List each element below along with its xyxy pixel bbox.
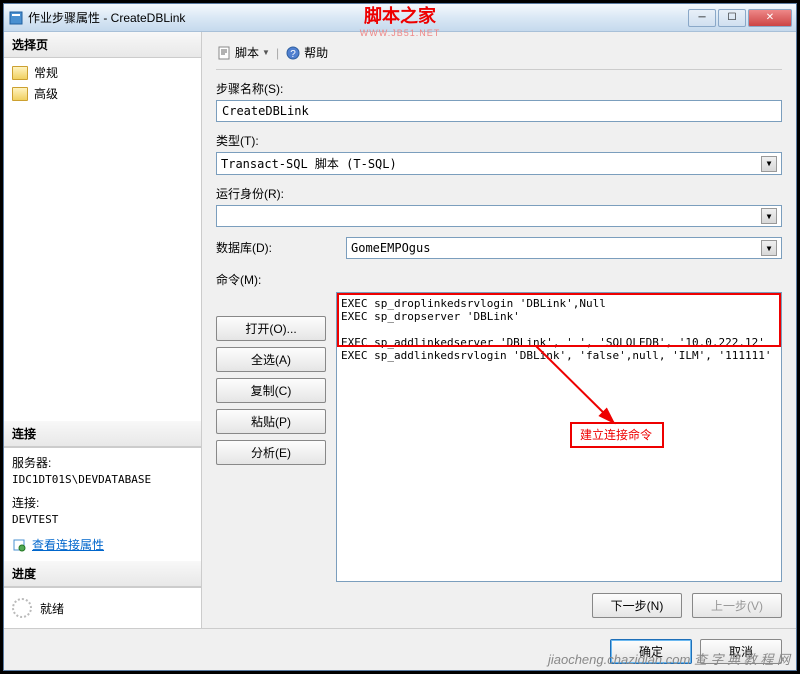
help-button[interactable]: ?帮助: [285, 44, 328, 61]
close-button[interactable]: ✕: [748, 9, 792, 27]
view-connection-props-link[interactable]: 查看连接属性: [32, 536, 104, 553]
connection-header: 连接: [4, 421, 201, 447]
connection-value: DEVTEST: [12, 513, 193, 526]
database-combo[interactable]: GomeEMPOgus▼: [346, 237, 782, 259]
step-name-label: 步骤名称(S):: [216, 80, 782, 97]
link-icon: [12, 537, 28, 553]
spinner-icon: [12, 598, 32, 618]
next-button[interactable]: 下一步(N): [592, 593, 682, 618]
titlebar[interactable]: 作业步骤属性 - CreateDBLink ─ ☐ ✕: [4, 4, 796, 32]
maximize-button[interactable]: ☐: [718, 9, 746, 27]
step-name-input[interactable]: [216, 100, 782, 122]
server-label: 服务器:: [12, 454, 193, 471]
paste-button[interactable]: 粘贴(P): [216, 409, 326, 434]
connection-label: 连接:: [12, 494, 193, 511]
chevron-down-icon: ▼: [262, 48, 270, 57]
right-panel: 脚本▼ | ?帮助 步骤名称(S): 类型(T): Transact-SQL 脚…: [202, 32, 796, 628]
runas-label: 运行身份(R):: [216, 185, 782, 202]
svg-text:?: ?: [290, 49, 296, 60]
chevron-down-icon: ▼: [761, 208, 777, 224]
runas-combo[interactable]: ▼: [216, 205, 782, 227]
parse-button[interactable]: 分析(E): [216, 440, 326, 465]
chevron-down-icon: ▼: [761, 240, 777, 256]
type-label: 类型(T):: [216, 132, 782, 149]
status-ready: 就绪: [40, 600, 64, 617]
page-general[interactable]: 常规: [8, 62, 197, 83]
database-label: 数据库(D):: [216, 237, 326, 256]
server-value: IDC1DT01S\DEVDATABASE: [12, 473, 193, 486]
footer-watermark: jiaocheng.chazidian.com 查 字 典 教 程 网: [548, 649, 790, 668]
command-label: 命令(M):: [216, 269, 326, 288]
annotation-callout-text: 建立连接命令: [580, 426, 652, 443]
copy-button[interactable]: 复制(C): [216, 378, 326, 403]
select-page-header: 选择页: [4, 32, 201, 58]
open-button[interactable]: 打开(O)...: [216, 316, 326, 341]
script-button[interactable]: 脚本▼: [216, 44, 270, 61]
script-icon: [216, 45, 232, 61]
app-icon: [8, 10, 24, 26]
toolbar: 脚本▼ | ?帮助: [216, 40, 782, 70]
dialog-window: 作业步骤属性 - CreateDBLink ─ ☐ ✕ 选择页 常规 高级 连接…: [3, 3, 797, 671]
chevron-down-icon: ▼: [761, 156, 777, 172]
prev-button: 上一步(V): [692, 593, 782, 618]
type-combo[interactable]: Transact-SQL 脚本 (T-SQL)▼: [216, 152, 782, 175]
page-icon: [12, 87, 28, 101]
command-textarea[interactable]: [336, 292, 782, 582]
left-panel: 选择页 常规 高级 连接 服务器: IDC1DT01S\DEVDATABASE …: [4, 32, 202, 628]
page-advanced[interactable]: 高级: [8, 83, 197, 104]
progress-header: 进度: [4, 561, 201, 587]
select-all-button[interactable]: 全选(A): [216, 347, 326, 372]
minimize-button[interactable]: ─: [688, 9, 716, 27]
page-icon: [12, 66, 28, 80]
help-icon: ?: [285, 45, 301, 61]
window-title: 作业步骤属性 - CreateDBLink: [28, 9, 688, 26]
